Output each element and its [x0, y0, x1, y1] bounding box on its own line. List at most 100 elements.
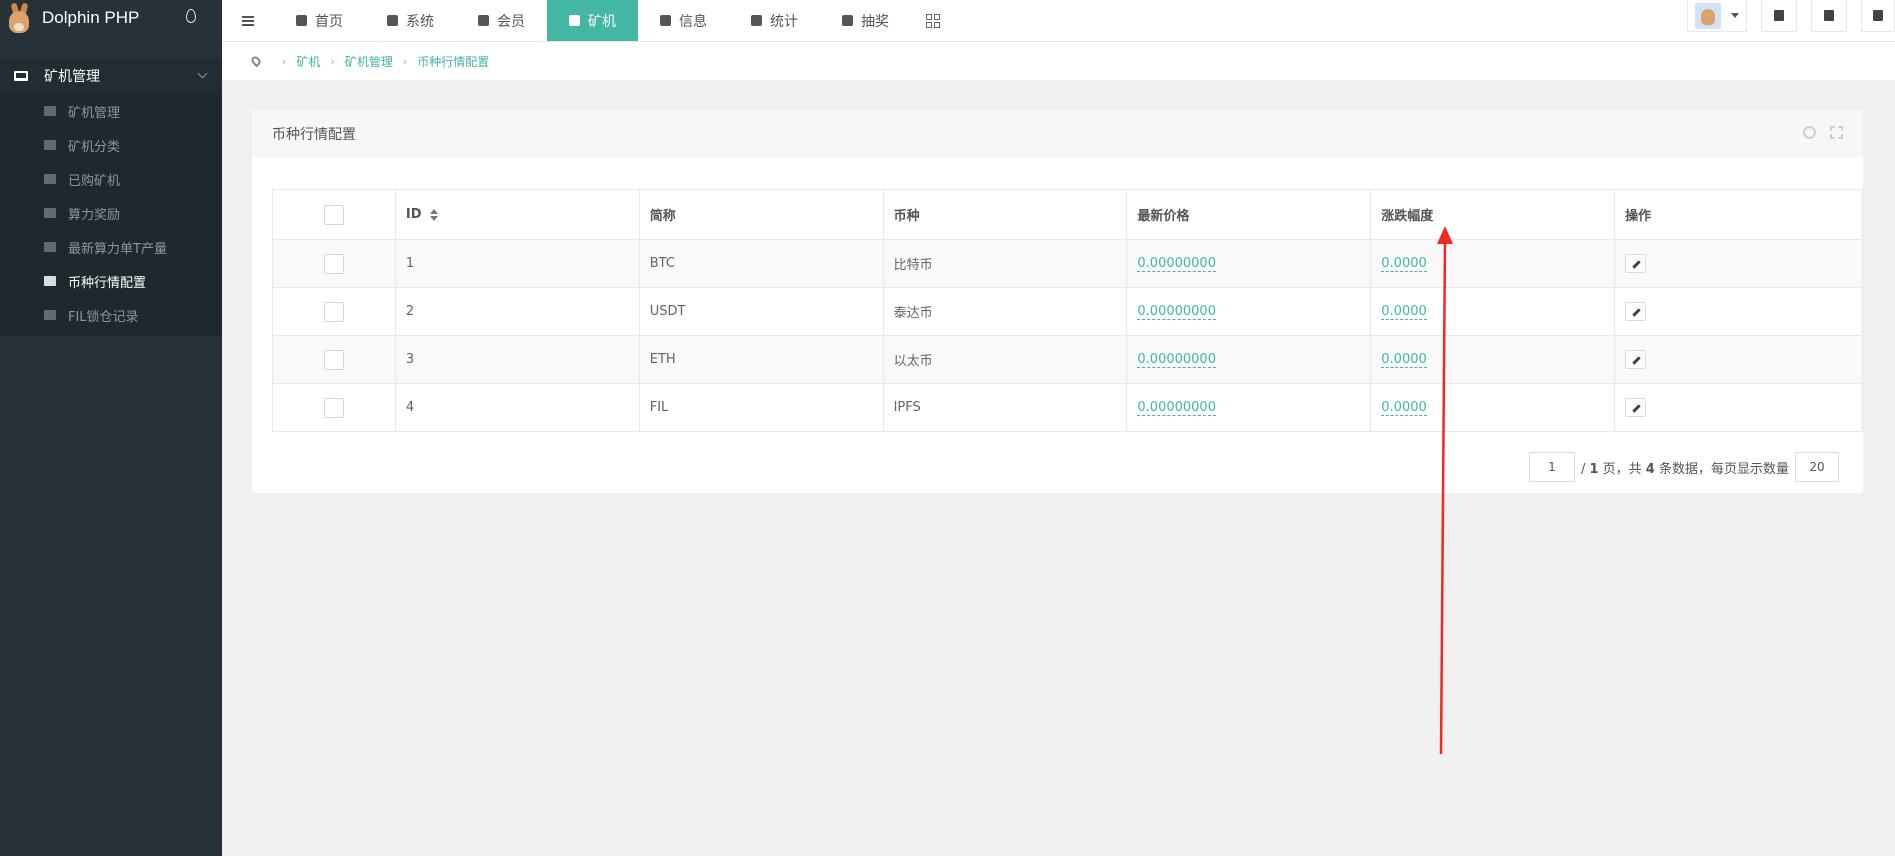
row-checkbox[interactable]: [323, 253, 344, 274]
sidebar-item-reward[interactable]: 算力奖励: [0, 196, 222, 230]
select-all-checkbox[interactable]: [323, 204, 344, 225]
nav-home[interactable]: 首页: [274, 0, 365, 41]
breadcrumb-separator: ›: [330, 54, 335, 68]
breadcrumb-item-current[interactable]: 币种行情配置: [417, 53, 489, 70]
nav-system[interactable]: 系统: [365, 0, 456, 41]
nav-label: 信息: [679, 13, 707, 30]
cell-id: 2: [395, 287, 640, 336]
signal-icon: [44, 242, 56, 252]
open-site-button[interactable]: [1811, 0, 1847, 32]
breadcrumb: › 矿机 › 矿机管理 › 币种行情配置: [222, 42, 1895, 80]
table-row: 3 ETH 以太币 0.00000000 0.0000: [272, 335, 1863, 384]
cell-change: 0.0000: [1370, 335, 1616, 384]
sidebar-item-purchased[interactable]: 已购矿机: [0, 162, 222, 196]
hamburger-icon: [242, 15, 254, 26]
page-size-input[interactable]: 20: [1795, 452, 1839, 482]
cell-actions: [1614, 287, 1863, 336]
sidebar-item-miner-category[interactable]: 矿机分类: [0, 128, 222, 162]
cell-change: 0.0000: [1370, 383, 1616, 432]
external-link-icon: [1824, 10, 1834, 21]
theme-drop-icon[interactable]: [186, 9, 196, 23]
yelp-icon: [660, 15, 671, 26]
change-editable[interactable]: 0.0000: [1381, 400, 1427, 416]
price-editable[interactable]: 0.00000000: [1137, 256, 1216, 272]
row-select: [272, 335, 396, 384]
edit-button[interactable]: [1625, 398, 1647, 417]
price-editable[interactable]: 0.00000000: [1137, 352, 1216, 368]
user-menu-button[interactable]: [1687, 0, 1747, 32]
cell-short: BTC: [639, 239, 884, 288]
refresh-icon[interactable]: [1803, 126, 1816, 139]
clear-cache-button[interactable]: [1761, 0, 1797, 32]
change-editable[interactable]: 0.0000: [1381, 304, 1427, 320]
page-number-input[interactable]: 1: [1528, 452, 1575, 482]
fullscreen-icon[interactable]: [1830, 126, 1843, 139]
header-id[interactable]: ID: [395, 189, 640, 240]
price-editable[interactable]: 0.00000000: [1137, 304, 1216, 320]
sidebar-items: 矿机管理 矿机分类 已购矿机 算力奖励 最新算力单T产量 币种行情配置 FIL锁…: [0, 94, 222, 336]
edit-button[interactable]: [1625, 350, 1647, 369]
sidebar-item-miner-manage[interactable]: 矿机管理: [0, 94, 222, 128]
settings-panel-button[interactable]: [1861, 0, 1895, 32]
row-checkbox[interactable]: [323, 397, 344, 418]
laptop-icon: [14, 71, 28, 81]
breadcrumb-item[interactable]: 矿机管理: [345, 53, 393, 70]
row-select: [272, 287, 396, 336]
top-nav: 首页 系统 会员 矿机 信息 统计 抽奖: [222, 0, 1895, 42]
cell-id: 4: [395, 383, 640, 432]
table-row: 4 FIL IPFS 0.00000000 0.0000: [272, 383, 1863, 432]
menu-toggle-button[interactable]: [222, 0, 274, 41]
header-label: ID: [405, 207, 422, 222]
cell-short: FIL: [639, 383, 884, 432]
nav-stats[interactable]: 统计: [729, 0, 820, 41]
top-right-tools: [1687, 0, 1895, 41]
map-marker-icon: [249, 54, 263, 68]
cell-price: 0.00000000: [1126, 383, 1372, 432]
breadcrumb-item[interactable]: 矿机: [296, 53, 320, 70]
cell-coin: IPFS: [883, 383, 1128, 432]
sidebar-item-label: 最新算力单T产量: [68, 241, 167, 257]
apps-button[interactable]: [911, 0, 955, 41]
header-actions: 操作: [1614, 189, 1863, 240]
sidebar-item-coin-config[interactable]: 币种行情配置: [0, 264, 222, 298]
panel-header: 币种行情配置: [252, 110, 1863, 157]
nav-label: 系统: [406, 13, 434, 30]
table-row: 2 USDT 泰达币 0.00000000 0.0000: [272, 287, 1863, 336]
header-select-all: [272, 189, 396, 240]
list-icon: [44, 310, 56, 320]
home-icon: [296, 15, 307, 26]
cell-actions: [1614, 335, 1863, 384]
row-checkbox[interactable]: [323, 301, 344, 322]
change-editable[interactable]: 0.0000: [1381, 352, 1427, 368]
content-panel: 币种行情配置 ID 简称 币种 最新价格 涨跌幅度 操作 1 BTC 比特币 0…: [252, 110, 1863, 493]
row-checkbox[interactable]: [323, 349, 344, 370]
sidebar-item-output[interactable]: 最新算力单T产量: [0, 230, 222, 264]
nav-lottery[interactable]: 抽奖: [820, 0, 911, 41]
nav-info[interactable]: 信息: [638, 0, 729, 41]
header-coin: 币种: [883, 189, 1128, 240]
edit-button[interactable]: [1625, 254, 1647, 273]
cell-coin: 比特币: [883, 239, 1128, 288]
cell-price: 0.00000000: [1126, 287, 1372, 336]
cell-price: 0.00000000: [1126, 335, 1372, 384]
sidebar-item-label: 算力奖励: [68, 207, 121, 223]
panel-tools: [1803, 126, 1843, 139]
cell-change: 0.0000: [1370, 239, 1616, 288]
sidebar-group-label: 矿机管理: [44, 69, 100, 85]
brand[interactable]: Dolphin PHP: [0, 0, 222, 36]
nav-miner[interactable]: 矿机: [547, 0, 638, 41]
edit-button[interactable]: [1625, 302, 1647, 321]
pie-chart-icon: [751, 15, 762, 26]
cell-coin: 泰达币: [883, 287, 1128, 336]
sidebar-group-miner[interactable]: 矿机管理: [0, 58, 222, 94]
change-editable[interactable]: 0.0000: [1381, 256, 1427, 272]
dolphin-logo-icon: [6, 1, 32, 35]
price-editable[interactable]: 0.00000000: [1137, 400, 1216, 416]
table-row: 1 BTC 比特币 0.00000000 0.0000: [272, 239, 1863, 288]
sort-icon[interactable]: [429, 208, 438, 221]
sidebar-item-label: 矿机分类: [68, 139, 121, 155]
windows-icon: [569, 15, 580, 26]
sidebar-item-fil-lock[interactable]: FIL锁仓记录: [0, 298, 222, 332]
nav-member[interactable]: 会员: [456, 0, 547, 41]
nav-label: 抽奖: [861, 13, 889, 30]
